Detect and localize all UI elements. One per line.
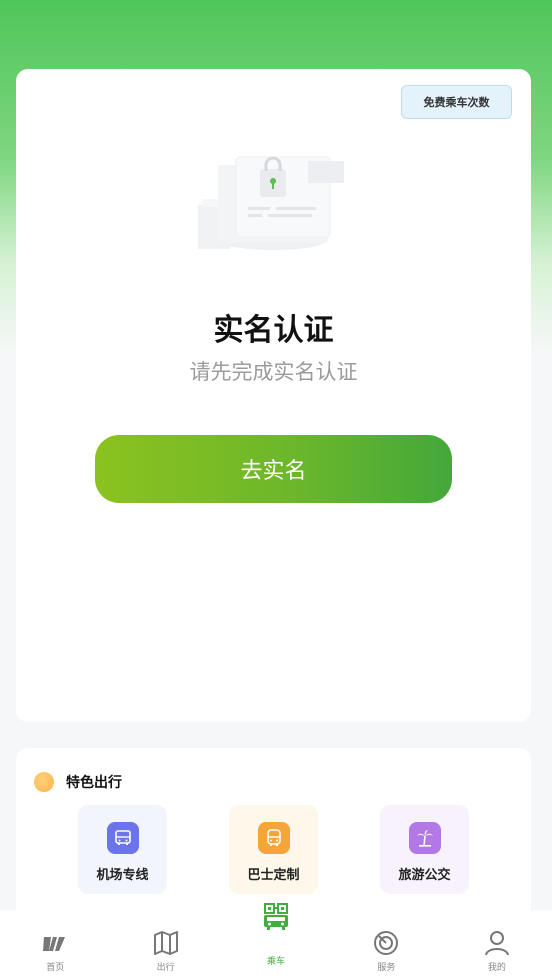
feature-label: 机场专线 [96, 868, 149, 883]
feature-custom-bus[interactable]: 巴士定制 [229, 805, 318, 894]
home-logo-icon [43, 937, 66, 951]
free-rides-button[interactable]: 免费乘车次数 [401, 85, 512, 119]
nav-label-service: 服务 [377, 963, 396, 973]
go-verify-button[interactable]: 去实名 [95, 435, 452, 503]
palm-tree-icon [408, 822, 441, 854]
custom-bus-icon [257, 822, 290, 854]
featured-travel-title: 特色出行 [66, 775, 122, 791]
feature-airport-line[interactable]: 机场专线 [78, 805, 167, 894]
nav-label-mine: 我的 [487, 963, 506, 973]
nav-item-home[interactable]: 首页 [0, 910, 110, 978]
nav-label-ride: 乘车 [267, 957, 286, 967]
nav-label-travel: 出行 [156, 963, 175, 973]
qr-bus-icon [264, 903, 289, 930]
nav-item-ride[interactable]: 乘车 [221, 903, 331, 978]
real-name-auth-card: 免费乘车次数 实名认证 请先完成实名认证 去实名 [16, 69, 531, 722]
free-rides-label: 免费乘车次数 [423, 96, 490, 109]
airport-bus-icon [106, 822, 139, 854]
map-icon [153, 931, 178, 955]
user-icon [484, 931, 509, 956]
nav-item-service[interactable]: 服务 [331, 910, 441, 978]
lock-illustration-icon [198, 156, 344, 250]
feature-label: 旅游公交 [398, 868, 451, 883]
bottom-navigation: 首页 出行 乘车 服务 我的 [0, 903, 552, 978]
feature-label: 巴士定制 [247, 868, 300, 883]
feature-tourism-bus[interactable]: 旅游公交 [380, 805, 469, 894]
nav-item-travel[interactable]: 出行 [110, 910, 220, 978]
nav-item-mine[interactable]: 我的 [442, 910, 552, 978]
nav-label-home: 首页 [46, 963, 65, 973]
service-icon [374, 931, 399, 955]
sun-dot-icon [34, 772, 54, 792]
auth-subtitle: 请先完成实名认证 [189, 360, 358, 384]
featured-travel-header: 特色出行 [34, 772, 122, 792]
auth-title: 实名认证 [213, 313, 334, 348]
